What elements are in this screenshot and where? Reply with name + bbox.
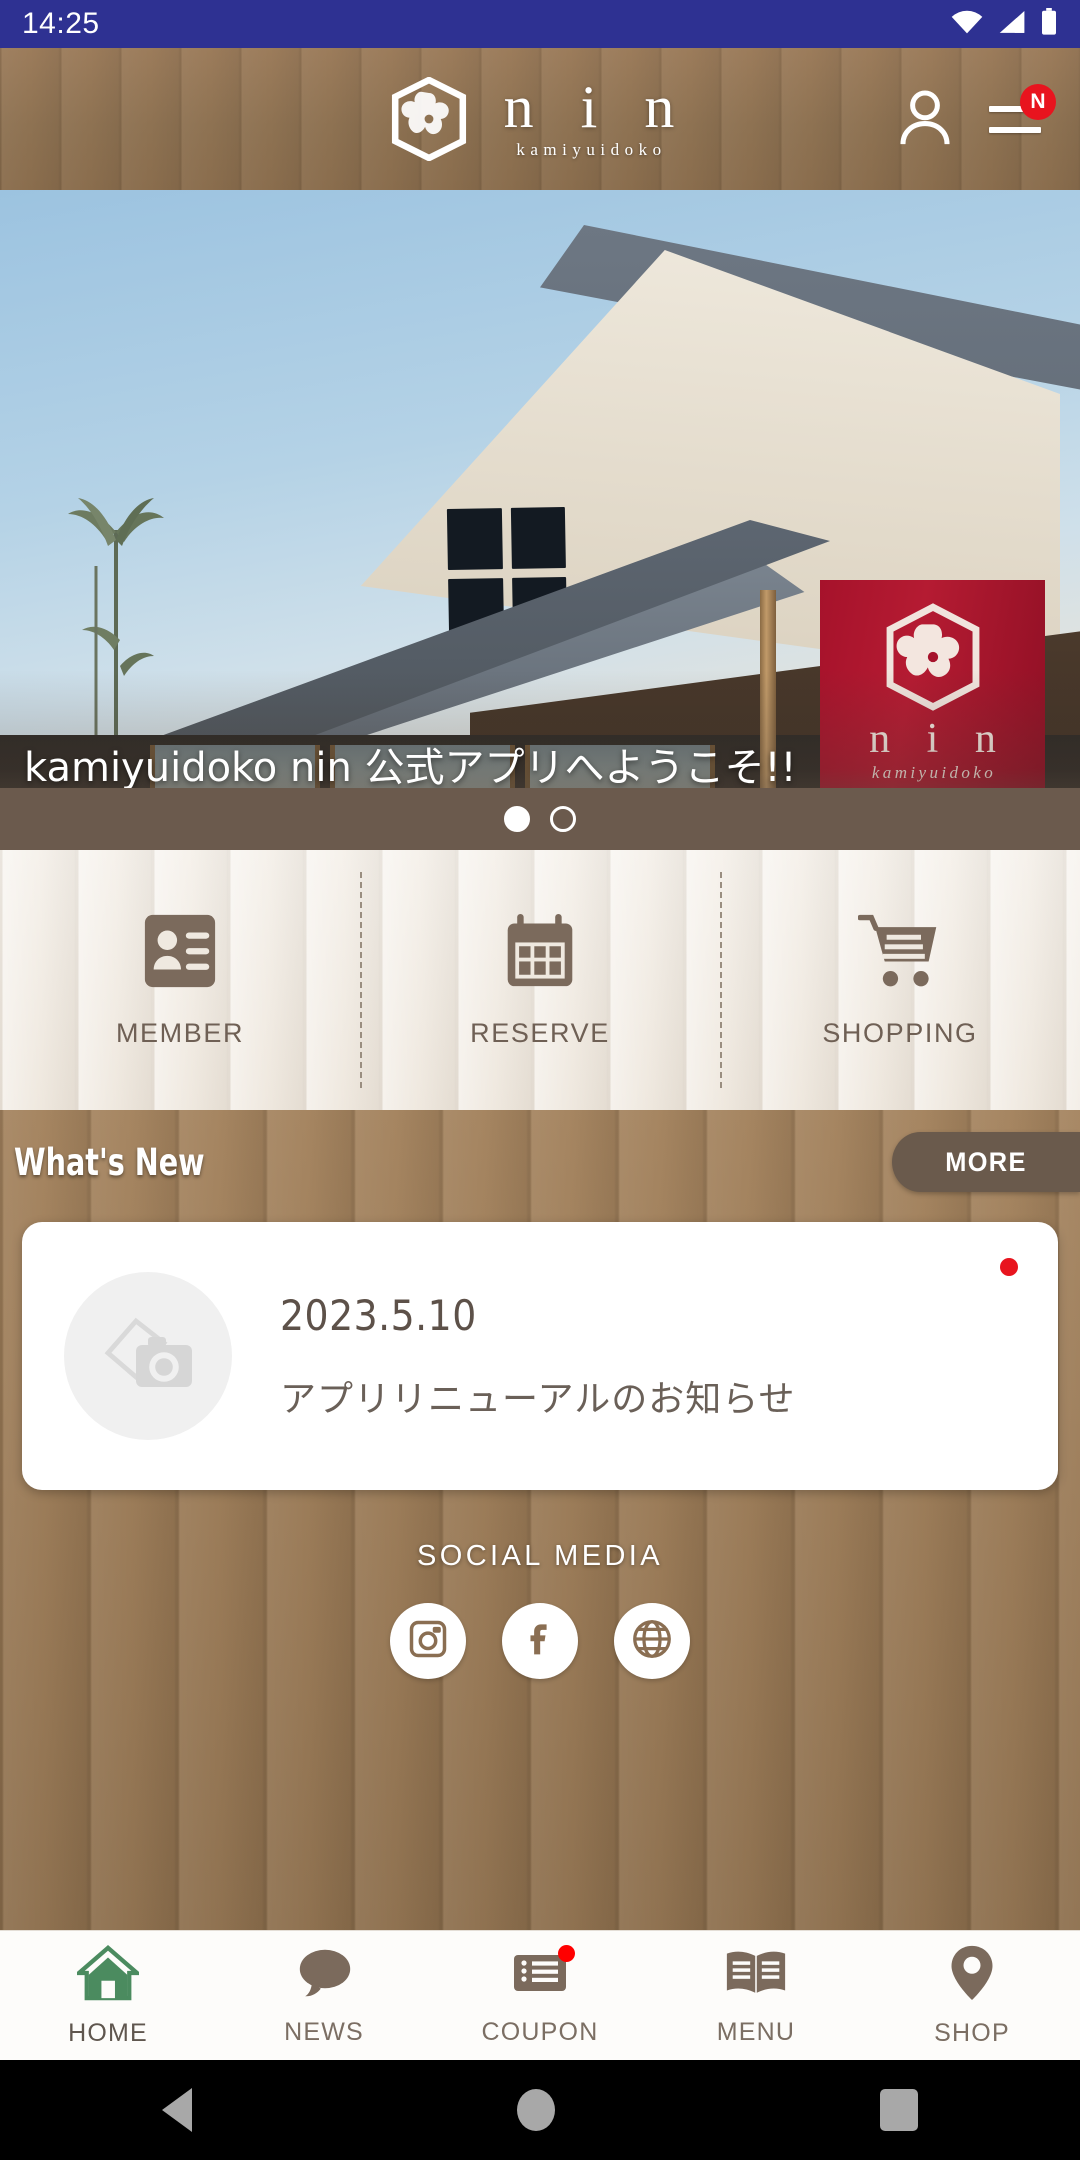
status-bar-system-icons [950,7,1058,41]
website-link[interactable] [614,1603,690,1679]
account-button[interactable] [894,88,956,150]
brand-wordmark: n i n kamiyuidoko [488,73,691,160]
globe-icon [629,1616,675,1667]
social-media-links [390,1603,690,1679]
app-header: n i n kamiyuidoko N [0,48,1080,190]
back-triangle-icon[interactable] [162,2088,193,2132]
quick-action-member[interactable]: MEMBER [0,850,360,1110]
quick-action-label: SHOPPING [822,1018,978,1048]
social-media-title: SOCIAL MEDIA [417,1540,663,1572]
wifi-icon [950,9,984,40]
tab-label: HOME [68,2018,148,2047]
quick-action-reserve[interactable]: RESERVE [360,850,720,1110]
tab-news[interactable]: NEWS [216,1931,432,2060]
news-list-item[interactable]: 2023.5.10 アプリリニューアルのお知らせ [22,1222,1058,1490]
quick-action-label: MEMBER [115,1018,245,1048]
calendar-icon [502,911,578,996]
app-screen: 14:25 n i n kamiyuidoko N kamiyuidoko ni… [0,0,1080,2160]
home-icon [73,1944,143,2007]
social-media-section: SOCIAL MEDIA [0,1540,1080,1740]
member-card-icon [141,911,219,996]
tab-shop[interactable]: SHOP [864,1931,1080,2060]
carousel-dot-2[interactable] [550,806,576,832]
quick-action-label: RESERVE [470,1018,610,1048]
android-navigation-bar [0,2060,1080,2160]
bottom-tab-bar: HOME NEWS COUPON MENU SHOP [0,1930,1080,2060]
header-actions: N [894,84,1080,150]
facebook-link[interactable] [502,1603,578,1679]
tab-home[interactable]: HOME [0,1931,216,2060]
open-book-icon [723,1945,789,2006]
news-item-subject: アプリリニューアルのお知らせ [280,1378,796,1420]
whats-new-header: What's New MORE [0,1128,1080,1196]
hero-caption: kamiyuidoko nin 公式アプリへようこそ!! [24,745,797,791]
recents-square-icon[interactable] [879,2089,918,2131]
brand-name: n i n [503,73,691,140]
photo-camera-placeholder-icon [64,1272,232,1440]
quick-action-shopping[interactable]: SHOPPING [720,850,1080,1110]
facebook-icon [518,1617,562,1666]
tab-label: SHOP [934,2018,1010,2047]
tab-label: MENU [716,2017,796,2046]
person-icon [897,88,953,151]
tab-label: NEWS [284,2017,364,2046]
nin-hexagon-flower-crest-icon [390,76,468,162]
instagram-icon [406,1617,450,1666]
tab-menu[interactable]: MENU [648,1931,864,2060]
coupon-badge-dot [558,1945,575,1962]
whats-new-title: What's New [14,1140,205,1184]
carousel-dot-1[interactable] [504,806,530,832]
quick-actions-bar: MEMBER RESERVE SHOPPING [0,850,1080,1110]
menu-notification-badge: N [1020,84,1056,120]
shopping-cart-icon [857,911,942,996]
status-bar: 14:25 [0,0,1080,48]
news-item-date: 2023.5.10 [280,1290,477,1340]
tab-label: COUPON [481,2017,599,2046]
hero-carousel[interactable]: n i n kamiyuidoko kamiyuidoko nin 公式アプリへ… [0,190,1080,850]
battery-icon [1040,7,1058,41]
speech-bubble-icon [294,1945,354,2006]
home-circle-icon[interactable] [516,2089,555,2131]
status-bar-clock: 14:25 [22,7,100,40]
whats-new-more-button[interactable]: MORE [892,1132,1080,1192]
instagram-link[interactable] [390,1603,466,1679]
carousel-indicator [0,788,1080,850]
news-unread-dot [1000,1258,1018,1276]
cellular-signal-icon [997,9,1027,40]
brand-tagline: kamiyuidoko [516,139,667,159]
tab-coupon[interactable]: COUPON [432,1931,648,2060]
menu-button[interactable]: N [984,84,1056,150]
map-pin-icon [946,1944,998,2007]
news-item-text: 2023.5.10 アプリリニューアルのお知らせ [280,1291,795,1422]
